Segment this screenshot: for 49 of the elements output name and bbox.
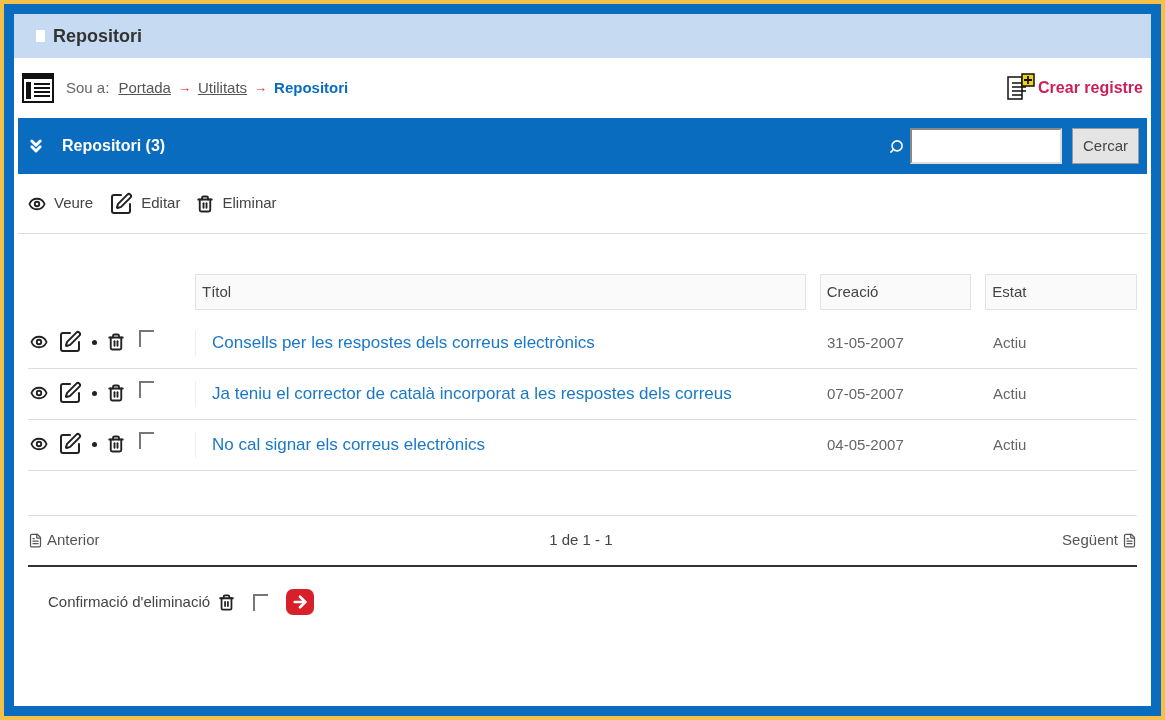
next-page-button[interactable]: Següent	[1062, 529, 1137, 552]
toolbar-action[interactable]: Eliminar	[196, 192, 277, 215]
breadcrumb-separator: →	[177, 79, 191, 98]
page-icon	[28, 533, 43, 548]
previous-page-button[interactable]: Anterior	[28, 529, 100, 552]
breadcrumb-label: Sou a:	[66, 77, 110, 98]
edit-icon[interactable]	[58, 381, 82, 405]
panel-title: Repositori	[53, 24, 142, 48]
confirm-delete-button[interactable]	[286, 589, 315, 615]
creation-date: 31-05-2007	[826, 333, 905, 353]
column-header: Creació	[819, 274, 972, 310]
document-icon	[22, 73, 54, 103]
record-title-link[interactable]: Consells per les respostes dels correus electrònics	[212, 333, 595, 352]
toolbar-action[interactable]: Editar	[109, 191, 181, 216]
section-title: Repositori (3)	[62, 136, 166, 156]
record-title-link[interactable]: Ja teniu el corrector de català incorporat a les respostes dels correus	[212, 384, 732, 403]
record-title-link[interactable]: No cal signar els correus electrònics	[212, 435, 486, 454]
search-button[interactable]: Cercar	[1072, 128, 1139, 164]
trash-icon[interactable]	[107, 333, 125, 351]
add-record-icon	[1006, 73, 1037, 103]
search-field[interactable]	[910, 128, 1062, 164]
page-icon	[1122, 533, 1137, 548]
breadcrumb-current: Repositori	[274, 77, 349, 98]
breadcrumb-link[interactable]: Utilitats	[197, 76, 248, 100]
bullet-icon	[36, 30, 45, 42]
trash-icon[interactable]	[196, 194, 215, 213]
column-header: Títol	[195, 274, 806, 310]
page-info: 1 de 1 - 1	[548, 530, 614, 551]
record-status: Actiu	[992, 384, 1027, 404]
trash-icon[interactable]	[107, 435, 125, 453]
search-icon	[889, 138, 904, 154]
record-status: Actiu	[992, 435, 1027, 455]
breadcrumb-separator: →	[254, 79, 268, 98]
breadcrumb-link[interactable]: Portada	[118, 76, 171, 100]
edit-icon[interactable]	[58, 330, 82, 354]
eye-icon[interactable]	[30, 333, 48, 351]
creation-date: 04-05-2007	[826, 435, 905, 455]
eye-icon[interactable]	[30, 384, 48, 402]
eye-icon[interactable]	[30, 435, 48, 453]
trash-icon	[218, 593, 236, 611]
toolbar-action[interactable]: Veure	[28, 192, 94, 215]
create-record-button[interactable]: Crear registre	[1006, 73, 1143, 103]
column-header: Estat	[985, 274, 1137, 310]
confirm-label: Confirmació d'eliminació	[48, 591, 211, 612]
record-status: Actiu	[992, 333, 1027, 353]
edit-icon[interactable]	[58, 432, 82, 456]
edit-icon[interactable]	[109, 191, 134, 216]
creation-date: 07-05-2007	[826, 384, 905, 404]
trash-icon[interactable]	[107, 384, 125, 402]
